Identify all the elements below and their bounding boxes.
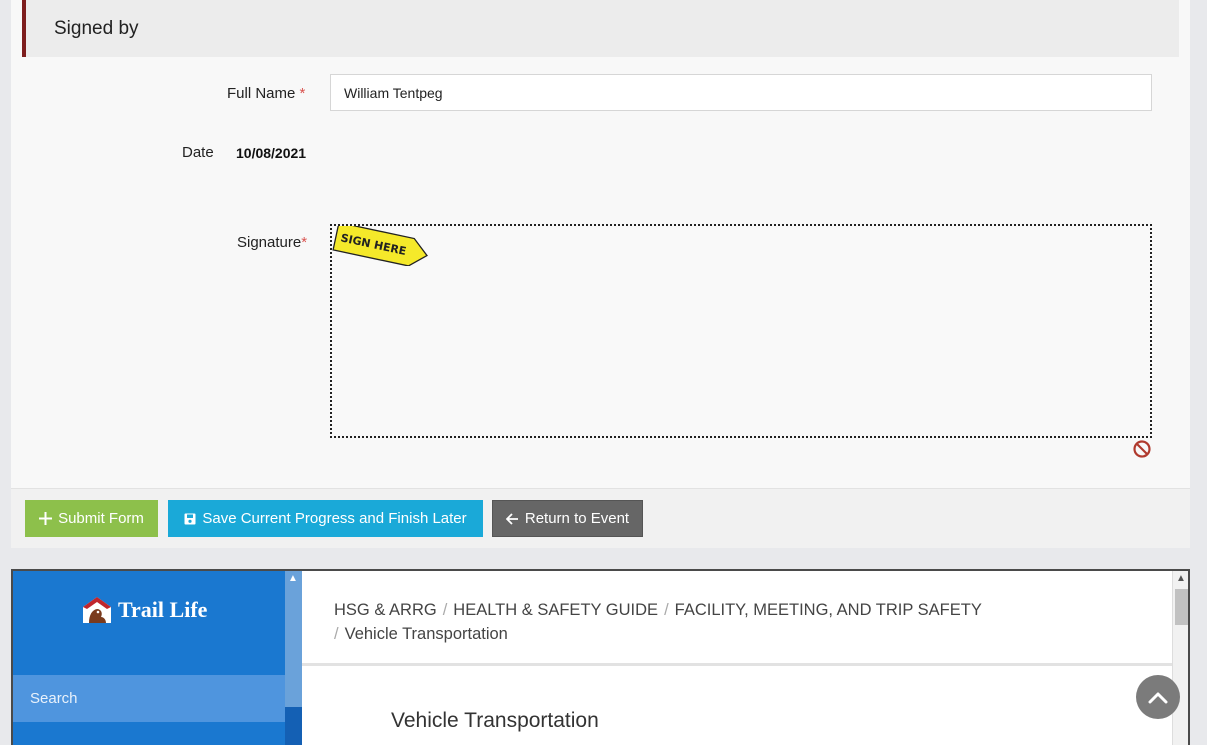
save-progress-label: Save Current Progress and Finish Later: [202, 510, 467, 527]
form-actions-bar: Submit Form Save Current Progress and Fi…: [11, 488, 1190, 548]
floppy-disk-icon: [184, 513, 196, 525]
full-name-input[interactable]: [330, 74, 1152, 111]
date-label: Date: [182, 144, 214, 161]
page-heading: Vehicle Transportation: [391, 709, 599, 732]
sign-here-tag: SIGN HERE: [332, 226, 428, 266]
return-to-event-label: Return to Event: [524, 510, 630, 527]
sidebar-scroll-thumb[interactable]: [285, 571, 302, 707]
scroll-up-icon[interactable]: ▲: [288, 574, 298, 584]
breadcrumb-item-hsg-arrg[interactable]: HSG & ARRG: [334, 601, 437, 619]
full-name-label-text: Full Name: [227, 85, 296, 102]
embedded-guide-frame: Trail Life Search ▲ HSG & ARRG / HEALTH & …: [11, 569, 1190, 745]
signature-form-card: Signed by Full Name * Date 10/08/2021 Si…: [11, 0, 1190, 548]
back-to-top-button[interactable]: [1136, 675, 1180, 719]
breadcrumb-current: Vehicle Transportation: [344, 625, 508, 643]
save-progress-button[interactable]: Save Current Progress and Finish Later: [168, 500, 483, 537]
breadcrumb-separator: /: [664, 601, 669, 619]
logo-text: Trail Life: [118, 597, 208, 622]
scroll-up-icon[interactable]: ▲: [1176, 573, 1186, 584]
plus-icon: [39, 512, 53, 525]
required-mark: *: [301, 234, 308, 251]
return-to-event-button[interactable]: Return to Event: [492, 500, 643, 537]
required-mark: *: [299, 85, 306, 102]
trail-life-emblem-icon: [83, 597, 111, 623]
sidebar-scrollbar[interactable]: ▲: [285, 571, 302, 745]
no-entry-icon[interactable]: [1132, 439, 1152, 459]
sidebar-scroll-track: [285, 707, 302, 745]
search-input[interactable]: Search: [13, 675, 285, 722]
breadcrumb: HSG & ARRG / HEALTH & SAFETY GUIDE / FACILIT…: [334, 598, 1154, 646]
signature-label: Signature*: [237, 234, 307, 251]
content-scrollbar[interactable]: ▲: [1172, 571, 1188, 745]
guide-content: HSG & ARRG / HEALTH & SAFETY GUIDE / FACILIT…: [302, 571, 1172, 745]
breadcrumb-item-health-safety-guide[interactable]: HEALTH & SAFETY GUIDE: [453, 601, 658, 619]
breadcrumb-separator: /: [442, 601, 448, 619]
date-value: 10/08/2021: [236, 145, 307, 161]
section-title: Signed by: [54, 18, 139, 39]
arrow-left-icon: [505, 512, 519, 525]
content-scroll-thumb[interactable]: [1175, 589, 1188, 625]
signature-pad[interactable]: SIGN HERE: [330, 224, 1152, 438]
signature-label-text: Signature: [237, 234, 302, 251]
breadcrumb-item-facility-meeting-trip-safety[interactable]: FACILITY, MEETING, AND TRIP SAFETY: [675, 601, 982, 619]
submit-form-button[interactable]: Submit Form: [25, 500, 158, 537]
full-name-label: Full Name *: [227, 85, 305, 102]
guide-sidebar: Trail Life Search: [13, 571, 285, 745]
content-divider: [302, 663, 1172, 666]
chevron-up-icon: [1148, 692, 1168, 704]
submit-form-label: Submit Form: [58, 510, 144, 527]
trail-life-logo[interactable]: Trail Life: [80, 595, 207, 625]
section-header: Signed by: [22, 0, 1179, 57]
breadcrumb-separator: /: [334, 625, 339, 643]
